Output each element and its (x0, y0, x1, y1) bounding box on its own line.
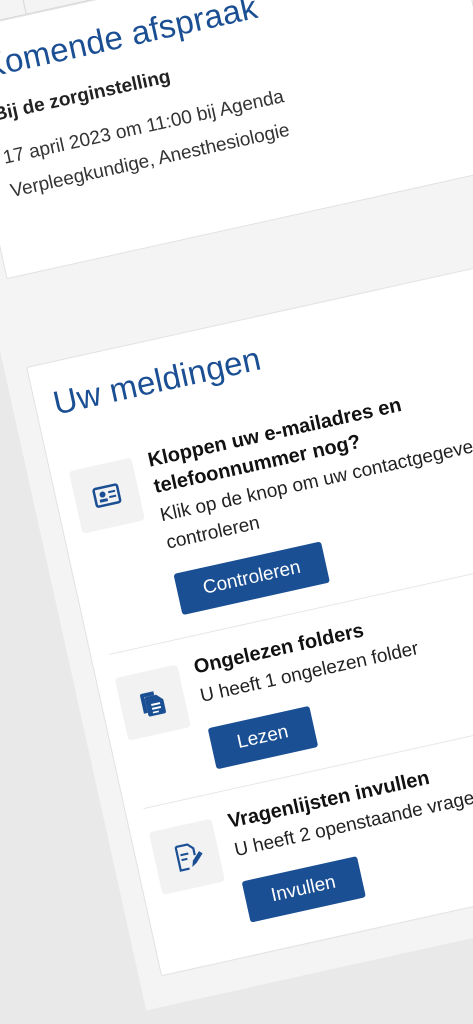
notifications-card: Uw meldingen Kloppen uw e-mailadres en t… (26, 255, 473, 977)
folders-icon (114, 664, 191, 741)
notification-body: Kloppen uw e-mailadres en telefoonnummer… (146, 362, 473, 616)
dashboard-panel: 17-04-2023 Komende afspraak Bij de zorgi… (0, 0, 473, 1011)
controleren-button[interactable]: Controleren (173, 541, 331, 616)
lezen-button[interactable]: Lezen (207, 705, 318, 769)
rotated-viewport: 17-04-2023 Komende afspraak Bij de zorgi… (0, 0, 473, 1011)
contact-card-icon (68, 457, 146, 534)
questionnaire-icon (148, 818, 226, 895)
invullen-button[interactable]: Invullen (241, 856, 366, 923)
appointment-card: Komende afspraak Bij de zorginstelling 1… (0, 0, 473, 280)
